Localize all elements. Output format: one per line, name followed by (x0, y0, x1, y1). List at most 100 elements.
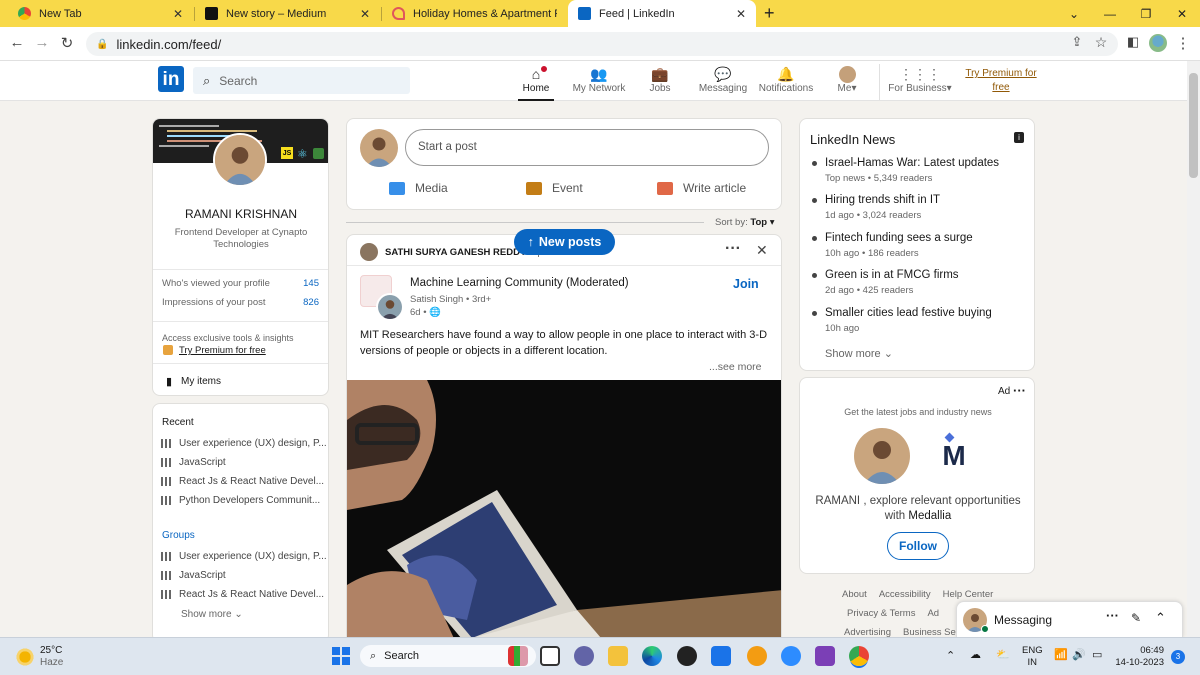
new-posts-button[interactable]: ↑ New posts (514, 229, 615, 255)
language-indicator[interactable]: ENG IN (1022, 645, 1043, 669)
post-author[interactable]: Satish Singh • 3rd+ (410, 294, 491, 305)
media-button[interactable]: Media (389, 181, 448, 195)
nav-me[interactable]: Me▾ (832, 64, 862, 101)
groups-heading[interactable]: Groups (162, 530, 195, 541)
reposter-avatar[interactable] (360, 243, 378, 261)
close-tab-icon[interactable]: ✕ (173, 7, 183, 21)
dell-icon[interactable] (677, 646, 697, 666)
more-options-icon[interactable]: ··· (725, 240, 741, 258)
profile-avatar-icon[interactable] (1149, 34, 1167, 52)
teams-icon[interactable] (574, 646, 594, 666)
new-tab-button[interactable]: + (764, 3, 775, 24)
onedrive-icon[interactable]: ⛅ (996, 648, 1010, 661)
event-button[interactable]: Event (526, 181, 583, 195)
task-view-icon[interactable] (540, 646, 560, 666)
close-window-button[interactable]: ✕ (1164, 7, 1200, 21)
group-item[interactable]: React Js & React Native Devel... (161, 589, 324, 600)
tab-airbnb[interactable]: Holiday Homes & Apartment Re (382, 0, 567, 27)
ad-options-icon[interactable]: ··· (1013, 383, 1026, 398)
profile-views-label[interactable]: Who's viewed your profile (162, 278, 270, 289)
footer-link[interactable]: Advertising (844, 627, 891, 637)
cloud-icon[interactable]: ☁ (970, 648, 981, 661)
side-panel-icon[interactable]: ◧ (1124, 34, 1142, 50)
minimize-button[interactable]: — (1092, 7, 1128, 21)
group-name-link[interactable]: Machine Learning Community (Moderated) (410, 277, 629, 289)
tab-linkedin[interactable]: Feed | LinkedIn ✕ (568, 0, 756, 27)
clock[interactable]: 06:49 14-10-2023 (1112, 645, 1164, 669)
tab-new-tab[interactable]: New Tab ✕ (8, 0, 193, 27)
news-item[interactable]: Israel-Hamas War: Latest updates Top news… (810, 156, 1020, 184)
nav-messaging[interactable]: 💬 Messaging (698, 64, 748, 101)
battery-icon[interactable]: ▭ (1092, 648, 1102, 661)
forward-icon[interactable]: → (33, 34, 51, 51)
follow-button[interactable]: Follow (887, 532, 949, 560)
my-items-link[interactable]: My items (181, 376, 221, 387)
scrollbar-thumb[interactable] (1189, 73, 1198, 178)
weather-sun-icon[interactable] (15, 647, 35, 667)
profile-views-count[interactable]: 145 (303, 278, 319, 289)
visual-studio-icon[interactable] (815, 646, 835, 666)
store-icon[interactable] (711, 646, 731, 666)
recent-item[interactable]: Python Developers Communit... (161, 495, 320, 506)
back-icon[interactable]: ← (8, 34, 26, 51)
close-tab-icon[interactable]: ✕ (736, 7, 746, 21)
tab-medium[interactable]: New story – Medium ✕ (195, 0, 380, 27)
messaging-options-icon[interactable]: ··· (1106, 608, 1119, 623)
search-input[interactable]: ⌕ Search (193, 67, 410, 94)
close-tab-icon[interactable]: ✕ (360, 7, 370, 21)
recent-item[interactable]: User experience (UX) design, P... (161, 438, 327, 449)
menu-icon[interactable]: ⋮ (1174, 34, 1192, 52)
wifi-icon[interactable]: 📶 (1054, 648, 1068, 661)
nav-my-network[interactable]: 👥 My Network (570, 64, 628, 101)
profile-name[interactable]: RAMANI KRISHNAN (153, 207, 328, 221)
notification-badge[interactable]: 3 (1171, 650, 1185, 664)
groups-show-more[interactable]: Show more ⌄ (181, 609, 243, 620)
recent-item[interactable]: JavaScript (161, 457, 226, 468)
start-post-input[interactable]: Start a post (405, 129, 769, 166)
premium-link[interactable]: Try Premium for free (179, 345, 266, 356)
share-icon[interactable]: ⇪ (1068, 34, 1086, 50)
impressions-label[interactable]: Impressions of your post (162, 297, 266, 308)
group-item[interactable]: JavaScript (161, 570, 226, 581)
author-avatar[interactable] (376, 293, 404, 321)
search-highlight-icon[interactable] (508, 646, 528, 666)
restore-button[interactable]: ❐ (1128, 7, 1164, 21)
windows-start-icon[interactable] (332, 647, 350, 665)
try-premium-link[interactable]: Try Premium for free (962, 67, 1040, 95)
news-item[interactable]: Smaller cities lead festive buying 10h ag… (810, 306, 1020, 334)
tab-search-icon[interactable]: ⌄ (1056, 7, 1092, 21)
address-bar[interactable]: 🔒 linkedin.com/feed/ (86, 32, 1118, 56)
composer-avatar[interactable] (360, 129, 398, 167)
edge-icon[interactable] (642, 646, 662, 666)
chrome-taskbar-icon[interactable] (849, 646, 869, 666)
post-video[interactable] (347, 380, 781, 643)
news-show-more[interactable]: Show more ⌄ (825, 347, 893, 360)
info-icon[interactable]: i (1014, 132, 1024, 143)
footer-link[interactable]: About (842, 589, 867, 600)
bookmark-star-icon[interactable]: ☆ (1092, 34, 1110, 51)
footer-link[interactable]: Help Center (943, 589, 994, 600)
compose-message-icon[interactable]: ✎ (1131, 611, 1141, 625)
file-explorer-icon[interactable] (608, 646, 628, 666)
footer-link[interactable]: Privacy & Terms (847, 608, 915, 619)
profile-avatar[interactable] (213, 133, 267, 187)
footer-link[interactable]: Accessibility (879, 589, 931, 600)
volume-icon[interactable]: 🔊 (1072, 648, 1086, 661)
footer-link[interactable]: Ad (927, 608, 939, 619)
impressions-count[interactable]: 826 (303, 297, 319, 308)
nav-notifications[interactable]: 🔔 Notifications (757, 64, 815, 101)
nav-jobs[interactable]: 💼 Jobs (645, 64, 675, 101)
reposter-name[interactable]: SATHI SURYA GANESH REDDY (385, 247, 526, 258)
news-item[interactable]: Hiring trends shift in IT 1d ago • 3,024 … (810, 193, 1020, 221)
join-group-button[interactable]: Join (733, 277, 759, 291)
tray-chevron-icon[interactable]: ⌃ (946, 649, 955, 662)
group-item[interactable]: User experience (UX) design, P... (161, 551, 327, 562)
footer-link[interactable]: Business Ser (903, 627, 959, 637)
chevron-up-icon[interactable]: ⌃ (1155, 610, 1166, 626)
write-article-button[interactable]: Write article (657, 181, 746, 195)
nav-for-business[interactable]: ⋮⋮⋮ For Business▾ (886, 64, 954, 101)
linkedin-logo[interactable]: in (158, 66, 184, 92)
see-more-link[interactable]: ...see more (709, 361, 762, 373)
dismiss-post-icon[interactable]: ✕ (756, 242, 768, 259)
recent-item[interactable]: React Js & React Native Devel... (161, 476, 324, 487)
